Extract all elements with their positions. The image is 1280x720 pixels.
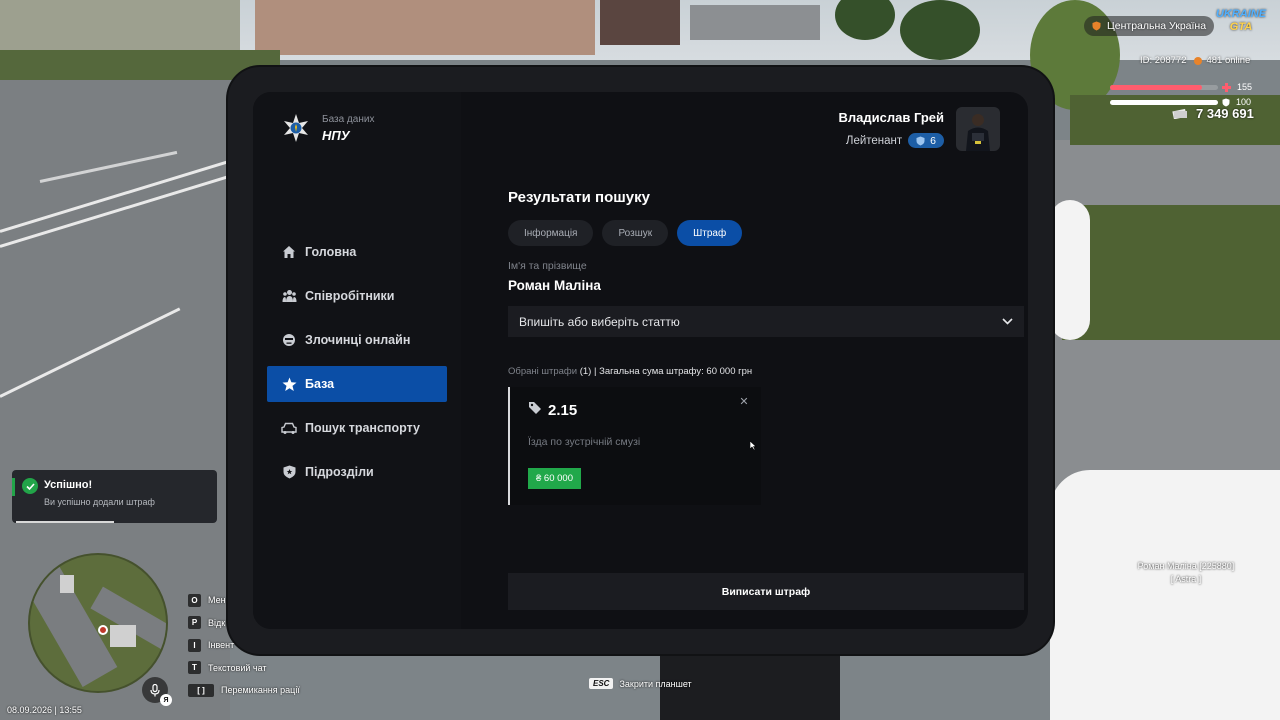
- remove-fine-button[interactable]: ✕: [737, 395, 751, 409]
- sidebar-item-label: База: [305, 377, 335, 391]
- issue-fine-button[interactable]: Виписати штраф: [508, 573, 1024, 610]
- mouse-cursor-icon: [749, 437, 757, 455]
- sidebar: База даних НПУ Головна Співробітники Зло…: [253, 92, 461, 629]
- keybind-row: T Текстовий чат: [188, 657, 300, 680]
- nametag-name: Роман Маліна [225880]: [1137, 561, 1235, 571]
- keybind-label: Перемикання рації: [221, 685, 300, 696]
- sidebar-item-database[interactable]: База: [267, 366, 447, 402]
- keybind-key: T: [188, 661, 201, 675]
- main-content: Результати пошуку Інформація Розшук Штра…: [483, 92, 1024, 629]
- article-select[interactable]: Впишіть або виберіть статтю: [508, 306, 1024, 337]
- player-id-online: ID: 208772 481 online: [1140, 55, 1250, 66]
- sidebar-item-label: Співробітники: [305, 289, 395, 303]
- sidebar-item-staff[interactable]: Співробітники: [267, 278, 447, 314]
- tab-fine[interactable]: Штраф: [677, 220, 743, 246]
- sidebar-item-units[interactable]: Підрозділи: [267, 454, 447, 490]
- voice-mic-button[interactable]: Я: [142, 677, 172, 706]
- keybind-key: I: [188, 638, 201, 652]
- suspect-name: Роман Маліна: [508, 278, 601, 293]
- summary-total: | Загальна сума штрафу: 60 000 грн: [593, 366, 753, 377]
- notification-title: Успішно!: [44, 479, 93, 491]
- money-value: 7 349 691: [1196, 106, 1254, 121]
- close-icon: ✕: [739, 396, 749, 408]
- tag-icon: [528, 401, 542, 420]
- summary-prefix: Обрані штрафи: [508, 366, 578, 377]
- player-nametag: Роман Маліна [225880] [ Astra ]: [1122, 560, 1250, 586]
- keybind-row: [ ] Перемикання рації: [188, 679, 300, 702]
- fine-article-code: 2.15: [548, 402, 578, 419]
- notification-text: Ви успішно додали штраф: [44, 497, 155, 507]
- keybind-label: Інвент: [208, 640, 235, 651]
- sidebar-item-label: Підрозділи: [305, 465, 374, 479]
- star-icon: [281, 376, 297, 392]
- logo-title: НПУ: [322, 127, 350, 143]
- server-logo-line2: GTA: [1229, 21, 1253, 33]
- sidebar-item-label: Злочинці онлайн: [305, 333, 411, 347]
- keybind-label: Мен: [208, 595, 226, 606]
- heart-icon: [1222, 82, 1231, 92]
- fine-amount-badge: ₴ 60 000: [528, 468, 581, 489]
- money-display: 7 349 691: [1172, 106, 1254, 121]
- tablet-screen: База даних НПУ Головна Співробітники Зло…: [253, 92, 1028, 629]
- sidebar-item-criminals-online[interactable]: Злочинці онлайн: [267, 322, 447, 358]
- sidebar-item-label: Пошук транспорту: [305, 421, 420, 435]
- npu-logo: База даних НПУ: [280, 112, 374, 144]
- keybind-key: P: [188, 616, 201, 630]
- server-logo-line1: UKRAINE: [1215, 8, 1267, 20]
- nametag-org: [ Astra ]: [1170, 574, 1202, 584]
- region-shield-icon: [1092, 21, 1101, 31]
- fines-summary: Обрані штрафи (1) | Загальна сума штрафу…: [508, 366, 752, 377]
- online-icon: [1194, 56, 1203, 65]
- name-label: Ім'я та прізвище: [508, 260, 587, 272]
- microphone-icon: [150, 683, 160, 697]
- player-marker-icon: [98, 625, 108, 635]
- mic-key: Я: [160, 694, 172, 706]
- tab-information[interactable]: Інформація: [508, 220, 594, 246]
- keybind-row: O Мен: [188, 589, 300, 612]
- check-icon: [22, 478, 38, 494]
- keybind-hints: O Мен P Відк I Інвент T Текстовий чат [ …: [188, 589, 300, 702]
- minimap: [28, 553, 168, 693]
- keybind-label: Текстовий чат: [208, 662, 267, 673]
- sidebar-nav: Головна Співробітники Злочинці онлайн Ба…: [267, 234, 447, 498]
- cash-icon: [1172, 108, 1188, 119]
- notification-progress: [16, 521, 114, 523]
- keybind-label: Відк: [208, 617, 226, 628]
- tab-wanted[interactable]: Розшук: [602, 220, 669, 246]
- health-value: 155: [1237, 82, 1253, 92]
- player-id: ID: 208772: [1140, 55, 1187, 66]
- health-bar: 155: [1110, 82, 1252, 92]
- keybind-row: P Відк: [188, 612, 300, 635]
- region-indicator: Центральна Україна: [1084, 16, 1215, 36]
- article-select-placeholder: Впишіть або виберіть статтю: [519, 314, 680, 329]
- sidebar-item-home[interactable]: Головна: [267, 234, 447, 270]
- police-tablet: База даних НПУ Головна Співробітники Зло…: [228, 67, 1053, 654]
- staff-icon: [281, 288, 297, 304]
- keybind-row: I Інвент: [188, 634, 300, 657]
- page-title: Результати пошуку: [508, 189, 650, 206]
- criminal-icon: [281, 332, 297, 348]
- success-notification: Успішно! Ви успішно додали штраф: [12, 470, 217, 523]
- tab-bar: Інформація Розшук Штраф: [508, 220, 751, 246]
- logo-subtitle: База даних: [322, 113, 375, 125]
- police-star-icon: [280, 112, 312, 144]
- keybind-key: O: [188, 593, 201, 607]
- shield-icon: [281, 464, 297, 480]
- server-logo: UKRAINE GTA: [1212, 8, 1270, 40]
- keybind-key: [ ]: [188, 683, 214, 697]
- sidebar-item-vehicle-search[interactable]: Пошук транспорту: [267, 410, 447, 446]
- car-icon: [281, 420, 297, 436]
- region-name: Центральна Україна: [1107, 20, 1207, 32]
- close-tablet-label: Закрити планшет: [619, 678, 692, 689]
- online-count: 481 online: [1206, 55, 1251, 66]
- fine-card: 2.15 ✕ Їзда по зустрічній смузі ₴ 60 000: [508, 387, 761, 505]
- home-icon: [281, 244, 297, 260]
- date-time: 08.09.2026 | 13:55: [7, 705, 82, 715]
- fine-description: Їзда по зустрічній смузі: [528, 436, 641, 448]
- esc-key: ESC: [589, 678, 614, 689]
- sidebar-item-label: Головна: [305, 245, 357, 259]
- close-tablet-hint[interactable]: ESC Закрити планшет: [589, 678, 692, 689]
- summary-count: (1): [579, 366, 592, 377]
- chevron-down-icon: [1002, 318, 1013, 325]
